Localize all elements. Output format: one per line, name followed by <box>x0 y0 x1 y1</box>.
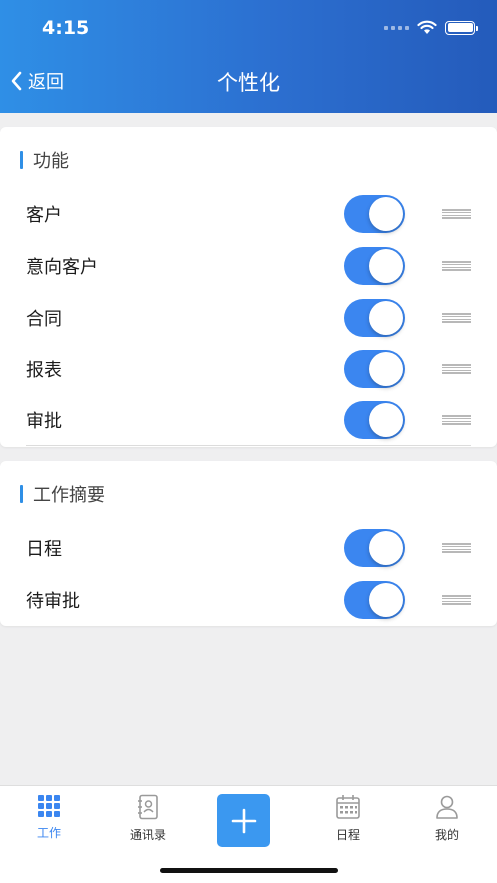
divider <box>26 445 471 446</box>
battery-icon <box>445 20 478 35</box>
calendar-icon <box>336 795 360 819</box>
section-accent-bar <box>20 485 23 503</box>
tab-work[interactable]: 工作 <box>14 794 84 841</box>
plus-icon <box>231 808 256 833</box>
tab-label: 日程 <box>335 828 360 842</box>
list-item: 意向客户 <box>0 240 497 292</box>
tab-contacts[interactable]: 通讯录 <box>113 794 183 843</box>
drag-handle-icon[interactable] <box>442 313 471 323</box>
drag-handle-icon[interactable] <box>442 415 471 425</box>
toggle-switch[interactable] <box>344 581 405 619</box>
nav-header: 4:15 返回 个性化 <box>0 0 497 113</box>
list-item: 合同 <box>0 292 497 344</box>
add-button[interactable] <box>217 794 270 847</box>
toggle-switch[interactable] <box>344 195 405 233</box>
tab-schedule[interactable]: 日程 <box>313 794 383 843</box>
toggle-switch[interactable] <box>344 401 405 439</box>
list-item: 待审批 <box>0 574 497 626</box>
list-item: 客户 <box>0 188 497 240</box>
list-item: 日程 <box>0 522 497 574</box>
list-item-label: 合同 <box>26 309 62 330</box>
status-icons <box>384 20 478 35</box>
list-item-label: 待审批 <box>26 591 80 612</box>
drag-handle-icon[interactable] <box>442 364 471 374</box>
list-item-label: 意向客户 <box>26 257 98 278</box>
home-indicator <box>160 868 338 873</box>
list-item: 报表 <box>0 343 497 395</box>
section-card-work-summary: 工作摘要 日程 待审批 <box>0 461 497 626</box>
status-time: 4:15 <box>42 17 90 39</box>
list-item-label: 客户 <box>26 205 62 226</box>
list-item-label: 日程 <box>26 539 62 560</box>
toggle-switch[interactable] <box>344 299 405 337</box>
section-title: 功能 <box>20 147 69 173</box>
section-card-features: 功能 客户 意向客户 合同 报表 审批 <box>0 127 497 447</box>
toggle-switch[interactable] <box>344 529 405 567</box>
contacts-book-icon <box>138 794 158 820</box>
toggle-switch[interactable] <box>344 247 405 285</box>
list-item-label: 审批 <box>26 411 62 432</box>
drag-handle-icon[interactable] <box>442 595 471 605</box>
tab-label: 我的 <box>434 828 459 842</box>
list-item-label: 报表 <box>26 360 62 381</box>
person-icon <box>436 795 458 819</box>
tab-label: 通讯录 <box>129 828 166 842</box>
list-item: 审批 <box>0 394 497 446</box>
drag-handle-icon[interactable] <box>442 543 471 553</box>
page-title: 个性化 <box>217 71 280 95</box>
tab-label: 工作 <box>36 826 61 840</box>
toggle-switch[interactable] <box>344 350 405 388</box>
section-accent-bar <box>20 151 23 169</box>
wifi-icon <box>417 20 437 34</box>
drag-handle-icon[interactable] <box>442 261 471 271</box>
section-title-text: 功能 <box>33 151 69 172</box>
section-title: 工作摘要 <box>20 481 105 507</box>
grid-icon <box>38 795 60 817</box>
signal-icon <box>384 25 409 30</box>
drag-handle-icon[interactable] <box>442 209 471 219</box>
tab-me[interactable]: 我的 <box>412 794 482 843</box>
section-title-text: 工作摘要 <box>33 485 105 506</box>
